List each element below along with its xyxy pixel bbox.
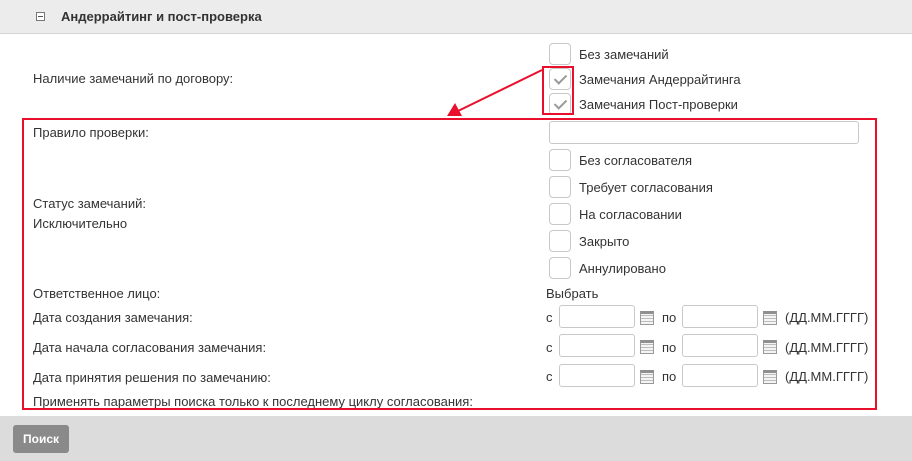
- date-from-label: с: [546, 340, 553, 355]
- checkbox-postcheck-remarks-label: Замечания Пост-проверки: [579, 97, 738, 112]
- checkbox-underwriting-remarks[interactable]: [549, 68, 571, 90]
- checkbox-requires-approval[interactable]: [549, 176, 571, 198]
- calendar-icon[interactable]: [763, 311, 777, 325]
- date-decision-from-input[interactable]: [559, 364, 635, 387]
- status-label: Статус замечаний:: [33, 196, 146, 211]
- date-decision-to-input[interactable]: [682, 364, 758, 387]
- date-created-to-input[interactable]: [682, 305, 758, 328]
- date-from-label: с: [546, 310, 553, 325]
- checkbox-underwriting-remarks-label: Замечания Андеррайтинга: [579, 72, 741, 87]
- responsible-label: Ответственное лицо:: [33, 286, 161, 301]
- checkbox-closed[interactable]: [549, 230, 571, 252]
- calendar-icon[interactable]: [763, 370, 777, 384]
- date-created-label: Дата создания замечания:: [33, 310, 193, 325]
- checkbox-no-approver[interactable]: [549, 149, 571, 171]
- date-approval-start-from-input[interactable]: [559, 334, 635, 357]
- collapse-icon[interactable]: [36, 12, 45, 21]
- calendar-icon[interactable]: [763, 340, 777, 354]
- status-sublabel: Исключительно: [33, 216, 128, 231]
- calendar-icon[interactable]: [640, 340, 654, 354]
- checkbox-requires-approval-label: Требует согласования: [579, 180, 713, 195]
- date-format-hint: (ДД.ММ.ГГГГ): [785, 340, 869, 355]
- date-to-label: по: [662, 369, 677, 384]
- date-from-label: с: [546, 369, 553, 384]
- checkbox-cancelled-label: Аннулировано: [579, 261, 666, 276]
- rule-input[interactable]: [549, 121, 859, 144]
- calendar-icon[interactable]: [640, 370, 654, 384]
- select-responsible-link[interactable]: Выбрать: [546, 286, 598, 301]
- remarks-label: Наличие замечаний по договору:: [33, 71, 234, 86]
- date-to-label: по: [662, 310, 677, 325]
- checkbox-no-approver-label: Без согласователя: [579, 153, 693, 168]
- section-header[interactable]: Андеррайтинг и пост-проверка: [0, 0, 912, 34]
- checkbox-in-approval[interactable]: [549, 203, 571, 225]
- checkbox-cancelled[interactable]: [549, 257, 571, 279]
- date-format-hint: (ДД.ММ.ГГГГ): [785, 369, 869, 384]
- checkbox-postcheck-remarks[interactable]: [549, 93, 571, 115]
- annotation-arrow: [447, 69, 543, 116]
- checkbox-in-approval-label: На согласовании: [579, 207, 682, 222]
- date-decision-label: Дата принятия решения по замечанию:: [33, 370, 271, 385]
- calendar-icon[interactable]: [640, 311, 654, 325]
- date-to-label: по: [662, 340, 677, 355]
- footer-bar: [0, 416, 912, 461]
- date-created-from-input[interactable]: [559, 305, 635, 328]
- rule-label: Правило проверки:: [33, 125, 149, 140]
- search-button[interactable]: Поиск: [13, 425, 69, 453]
- section-title: Андеррайтинг и пост-проверка: [61, 9, 262, 24]
- date-format-hint: (ДД.ММ.ГГГГ): [785, 310, 869, 325]
- date-approval-start-to-input[interactable]: [682, 334, 758, 357]
- date-approval-start-label: Дата начала согласования замечания:: [33, 340, 267, 355]
- checkbox-no-remarks[interactable]: [549, 43, 571, 65]
- checkbox-closed-label: Закрыто: [579, 234, 630, 249]
- checkbox-no-remarks-label: Без замечаний: [579, 47, 669, 62]
- last-cycle-note: Применять параметры поиска только к посл…: [33, 394, 473, 409]
